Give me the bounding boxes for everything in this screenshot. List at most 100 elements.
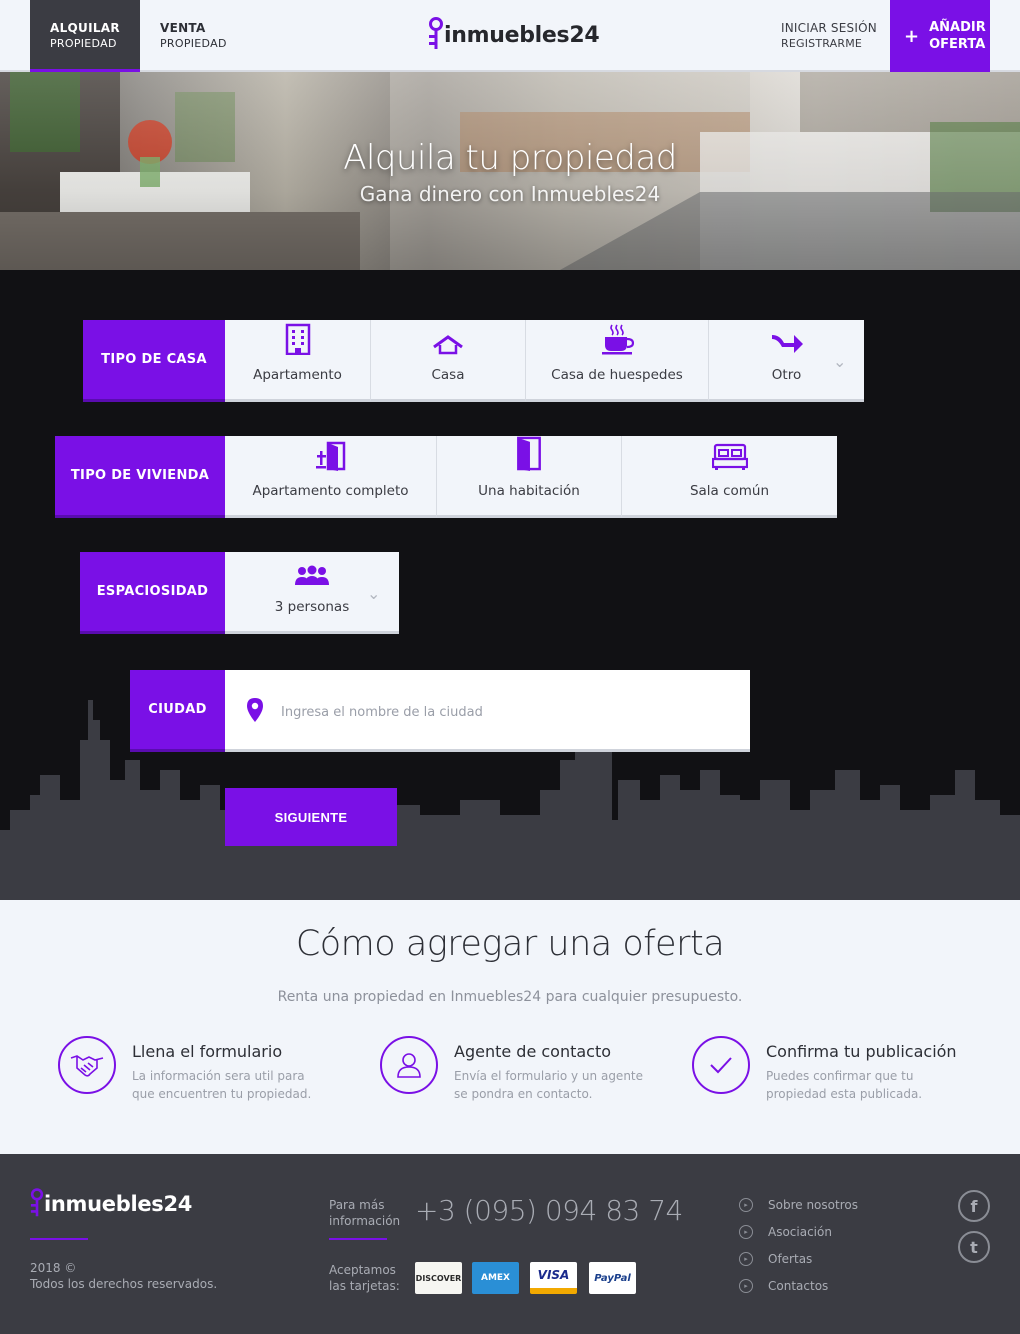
info-label: Para más información	[329, 1197, 400, 1229]
house-icon	[433, 335, 463, 355]
tab-sale-label: VENTA	[160, 21, 206, 35]
city-input[interactable]	[281, 698, 721, 726]
step-confirm-publication: Confirma tu publicación Puedes confirmar…	[692, 1036, 1012, 1106]
dwelling-type-entire[interactable]: Apartamento completo	[225, 436, 437, 518]
plus-icon: +	[904, 25, 920, 47]
discover-card-icon: DISCOVER	[415, 1262, 462, 1294]
key-icon	[30, 1188, 44, 1217]
house-type-label: TIPO DE CASA	[83, 320, 225, 402]
info-label-line2: información	[329, 1214, 401, 1228]
house-type-guesthouse-label: Casa de huespedes	[551, 367, 683, 383]
people-group-icon	[295, 565, 329, 585]
info-label-line1: Para más	[329, 1198, 385, 1212]
arrow-right-icon	[771, 335, 803, 353]
how-subtitle: Renta una propiedad en Inmuebles24 para …	[277, 989, 743, 1005]
house-type-other-label: Otro	[771, 367, 802, 383]
play-circle-icon: ▸	[739, 1279, 753, 1293]
footer-link-label: Sobre nosotros	[768, 1198, 858, 1212]
paypal-card-icon: PayPal	[589, 1262, 636, 1294]
footer-divider	[30, 1238, 88, 1240]
house-type-house-label: Casa	[431, 367, 465, 383]
twitter-icon[interactable]: t	[958, 1231, 990, 1263]
tab-rent-sublabel: PROPIEDAD	[50, 37, 117, 50]
add-offer-button[interactable]: + AÑADIR OFERTA	[890, 0, 990, 72]
key-icon	[429, 17, 443, 49]
step-title: Agente de contacto	[454, 1042, 612, 1061]
house-type-apartment[interactable]: Apartamento	[225, 320, 371, 402]
copyright-text: Todos los derechos reservados.	[30, 1277, 218, 1291]
capacity-select[interactable]: 3 personas ⌄	[225, 552, 399, 634]
play-circle-icon: ▸	[739, 1252, 753, 1266]
footer-link-association[interactable]: ▸ Asociación	[739, 1225, 832, 1239]
step-description: Puedes confirmar que tu propiedad esta p…	[766, 1069, 923, 1101]
login-link[interactable]: INICIAR SESIÓN	[781, 20, 877, 36]
footer-link-offers[interactable]: ▸ Ofertas	[739, 1252, 812, 1266]
cards-label-line2: las tarjetas:	[329, 1279, 400, 1293]
step-contact-agent: Agente de contacto Envía el formulario y…	[380, 1036, 680, 1106]
register-link[interactable]: REGISTRARME	[781, 36, 877, 52]
copyright-year: 2018 ©	[30, 1261, 77, 1275]
copyright: 2018 © Todos los derechos reservados.	[30, 1260, 217, 1292]
step-title: Confirma tu publicación	[766, 1042, 957, 1061]
footer-link-contacts[interactable]: ▸ Contactos	[739, 1279, 828, 1293]
location-pin-icon	[247, 698, 263, 722]
phone-number[interactable]: +3 (095) 094 83 74	[415, 1194, 683, 1227]
door-entry-icon	[315, 441, 345, 471]
hero-subtitle: Gana dinero con Inmuebles24	[359, 182, 661, 206]
visa-card-icon: VISA	[530, 1262, 577, 1294]
chevron-down-icon[interactable]: ⌄	[367, 584, 380, 603]
logo-text: inmuebles24	[444, 22, 600, 48]
dwelling-type-shared[interactable]: Sala común	[622, 436, 837, 518]
offer-form: TIPO DE CASA Apartamento Casa Casa de hu…	[0, 270, 1020, 900]
dwelling-type-entire-label: Apartamento completo	[252, 483, 409, 499]
city-field	[225, 670, 750, 752]
dwelling-type-room-label: Una habitación	[478, 483, 580, 499]
footer-link-label: Asociación	[768, 1225, 832, 1239]
footer-link-about[interactable]: ▸ Sobre nosotros	[739, 1198, 858, 1212]
play-circle-icon: ▸	[739, 1198, 753, 1212]
coffee-cup-icon	[602, 324, 634, 355]
step-title: Llena el formulario	[132, 1042, 283, 1061]
site-header: ALQUILAR PROPIEDAD VENTA PROPIEDAD inmue…	[0, 0, 1020, 81]
how-title: Cómo agregar una oferta	[295, 924, 725, 964]
tab-rent-label: ALQUILAR	[50, 21, 120, 35]
play-circle-icon: ▸	[739, 1225, 753, 1239]
next-button[interactable]: SIGUIENTE	[225, 788, 397, 846]
footer-link-label: Contactos	[768, 1279, 829, 1293]
cards-label: Aceptamos las tarjetas:	[329, 1262, 400, 1294]
chevron-down-icon[interactable]: ⌄	[833, 352, 846, 371]
facebook-icon[interactable]: f	[958, 1190, 990, 1222]
footer-logo[interactable]: inmuebles24	[30, 1188, 192, 1220]
footer-link-label: Ofertas	[768, 1252, 813, 1266]
check-icon	[692, 1036, 750, 1094]
house-type-apartment-label: Apartamento	[253, 367, 342, 383]
tab-sale-property[interactable]: VENTA PROPIEDAD	[140, 0, 250, 72]
hero-banner: Alquila tu propiedad Gana dinero con Inm…	[0, 72, 1020, 270]
hero-title: Alquila tu propiedad	[343, 138, 677, 178]
site-footer: inmuebles24 2018 © Todos los derechos re…	[0, 1154, 1020, 1334]
capacity-value: 3 personas	[274, 599, 350, 615]
auth-links: INICIAR SESIÓN REGISTRARME	[781, 20, 877, 52]
site-logo[interactable]: inmuebles24	[428, 17, 600, 53]
step-description: Envía el formulario y un agente se pondr…	[454, 1069, 644, 1101]
step-description: La información sera util para que encuen…	[132, 1069, 312, 1101]
how-to-section: Cómo agregar una oferta Renta una propie…	[0, 900, 1020, 1154]
amex-card-icon: AMEX	[472, 1262, 519, 1294]
footer-divider	[329, 1238, 387, 1240]
dwelling-type-room[interactable]: Una habitación	[437, 436, 622, 518]
dwelling-type-shared-label: Sala común	[689, 483, 770, 499]
house-type-guesthouse[interactable]: Casa de huespedes	[526, 320, 709, 402]
add-offer-line1: AÑADIR	[929, 20, 986, 35]
building-icon	[285, 323, 310, 355]
step-fill-form: Llena el formulario La información sera …	[58, 1036, 358, 1106]
tab-rent-property[interactable]: ALQUILAR PROPIEDAD	[30, 0, 140, 81]
house-type-other[interactable]: Otro ⌄	[709, 320, 864, 402]
bed-icon	[711, 443, 748, 470]
capacity-label: ESPACIOSIDAD	[80, 552, 225, 634]
city-label: CIUDAD	[130, 670, 225, 752]
footer-logo-text: inmuebles24	[44, 1192, 193, 1216]
cards-label-line1: Aceptamos	[329, 1263, 396, 1277]
add-offer-line2: OFERTA	[929, 37, 986, 52]
add-offer-label: AÑADIR OFERTA	[929, 19, 986, 53]
house-type-house[interactable]: Casa	[371, 320, 526, 402]
